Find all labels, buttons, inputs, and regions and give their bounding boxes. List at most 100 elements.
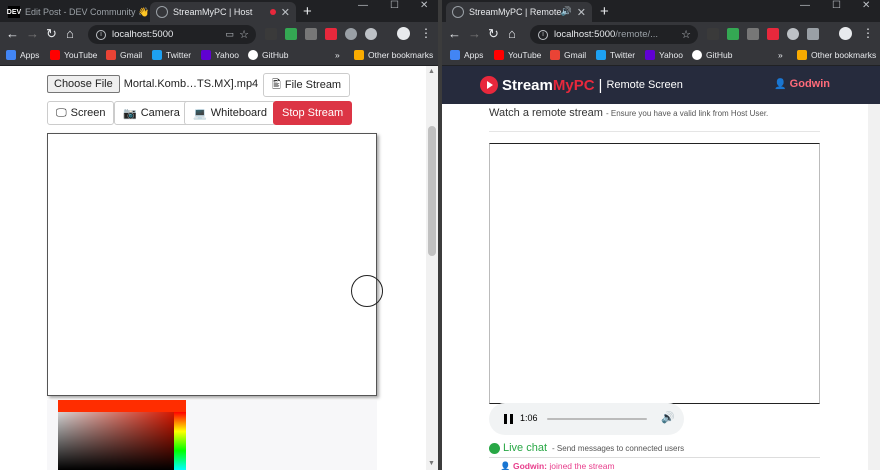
- tab-streammypc-remote[interactable]: StreamMyPC | Remote 🔊 ✕: [446, 2, 592, 22]
- screen-button[interactable]: 🖵 Screen: [47, 101, 115, 125]
- camera-button[interactable]: 📷 Camera: [114, 101, 189, 125]
- address-bar[interactable]: i localhost:5000 ▭ ☆: [88, 25, 256, 44]
- info-icon[interactable]: i: [96, 29, 106, 40]
- bookmark-star-icon[interactable]: ☆: [239, 28, 249, 41]
- apps-icon: [450, 50, 460, 60]
- bookmark-star-icon[interactable]: ☆: [681, 28, 691, 41]
- menu-icon[interactable]: ⋮: [420, 26, 432, 40]
- bookmark-other[interactable]: Other bookmarks: [354, 50, 433, 60]
- remote-page: Stream MyPC | Remote Screen 👤 Godwin Watch…: [442, 66, 880, 470]
- bookmark-gmail[interactable]: Gmail: [106, 50, 142, 60]
- home-icon[interactable]: ⌂: [66, 26, 74, 42]
- folder-icon: [797, 50, 807, 60]
- cast-icon[interactable]: ▭: [225, 29, 234, 40]
- yahoo-icon: [645, 50, 655, 60]
- more-bookmarks-icon[interactable]: »: [778, 50, 783, 60]
- page-scrollbar[interactable]: [868, 104, 880, 470]
- profile-avatar[interactable]: [397, 27, 410, 40]
- bookmark-gmail[interactable]: Gmail: [550, 50, 586, 60]
- watch-heading: Watch a remote stream - Ensure you have …: [489, 107, 769, 119]
- volume-icon[interactable]: 🔊: [661, 411, 675, 424]
- file-icon: 🖺: [272, 78, 281, 91]
- back-icon[interactable]: ←: [448, 26, 461, 42]
- pause-icon[interactable]: [504, 414, 514, 424]
- page-scrollbar[interactable]: ▲ ▼: [426, 66, 438, 470]
- bookmark-yahoo[interactable]: Yahoo: [201, 50, 239, 60]
- tab-dev-community[interactable]: DEV Edit Post - DEV Community 👋: [2, 2, 148, 22]
- shield-extension-icon[interactable]: [727, 28, 739, 40]
- seek-bar[interactable]: [547, 418, 647, 420]
- extension-icon[interactable]: [305, 28, 317, 40]
- menu-icon[interactable]: ⋮: [862, 26, 874, 40]
- off-extension-icon[interactable]: [767, 28, 779, 40]
- scroll-thumb[interactable]: [428, 126, 436, 256]
- minimize-icon[interactable]: —: [358, 0, 368, 11]
- chat-user: Godwin:: [512, 461, 547, 470]
- reload-icon[interactable]: ↻: [488, 26, 499, 42]
- off-extension-icon[interactable]: [325, 28, 337, 40]
- forward-icon[interactable]: →: [468, 26, 481, 42]
- bookmark-youtube[interactable]: YouTube: [494, 50, 541, 60]
- file-stream-button[interactable]: 🖺 File Stream: [263, 73, 351, 97]
- close-window-icon[interactable]: ✕: [420, 0, 428, 11]
- new-tab-button[interactable]: +: [303, 3, 312, 20]
- tab-streammypc-host[interactable]: StreamMyPC | Host ✕: [150, 2, 296, 22]
- bookmark-github[interactable]: GitHub: [248, 50, 288, 60]
- maximize-icon[interactable]: ☐: [390, 0, 399, 11]
- yahoo-icon: [201, 50, 211, 60]
- close-tab-icon[interactable]: ✕: [281, 6, 290, 19]
- watch-hint: - Ensure you have a valid link from Host…: [605, 109, 769, 118]
- whiteboard-canvas[interactable]: [47, 133, 383, 396]
- minimize-icon[interactable]: —: [800, 0, 810, 11]
- twitter-icon: [596, 50, 606, 60]
- reload-icon[interactable]: ↻: [46, 26, 57, 42]
- extension-icon[interactable]: [707, 28, 719, 40]
- shield-extension-icon[interactable]: [285, 28, 297, 40]
- bookmark-github[interactable]: GitHub: [692, 50, 732, 60]
- info-icon[interactable]: i: [538, 29, 548, 40]
- gear-icon[interactable]: [787, 28, 799, 40]
- choose-file-button[interactable]: Choose File: [47, 75, 120, 93]
- new-tab-button[interactable]: +: [600, 3, 609, 20]
- remote-browser-window: StreamMyPC | Remote 🔊 ✕ + — ☐ ✕ ← → ↻ ⌂ …: [442, 0, 880, 470]
- whiteboard-button[interactable]: 💻 Whiteboard: [184, 101, 276, 125]
- media-controls: 1:06 🔊: [489, 403, 684, 435]
- divider: [489, 131, 820, 132]
- home-icon[interactable]: ⌂: [508, 26, 516, 42]
- tab-strip: StreamMyPC | Remote 🔊 ✕ + — ☐ ✕: [442, 0, 880, 22]
- scroll-up-icon[interactable]: ▲: [428, 68, 435, 75]
- user-menu[interactable]: 👤 Godwin: [774, 78, 830, 90]
- hue-slider[interactable]: [174, 412, 186, 470]
- selected-color-swatch: [58, 400, 186, 412]
- close-window-icon[interactable]: ✕: [862, 0, 870, 11]
- stop-stream-button[interactable]: Stop Stream: [273, 101, 353, 125]
- bookmark-apps[interactable]: Apps: [450, 50, 483, 60]
- bookmark-other[interactable]: Other bookmarks: [797, 50, 876, 60]
- address-bar[interactable]: i localhost:5000 /remote/... ☆: [530, 25, 698, 44]
- download-extension-icon[interactable]: [345, 28, 357, 40]
- forward-icon[interactable]: →: [26, 26, 39, 42]
- bookmark-yahoo[interactable]: Yahoo: [645, 50, 683, 60]
- brand-logo[interactable]: Stream MyPC | Remote Screen: [480, 76, 683, 94]
- bookmark-twitter[interactable]: Twitter: [596, 50, 635, 60]
- remote-video[interactable]: [489, 143, 820, 404]
- extension-icon[interactable]: [747, 28, 759, 40]
- browser-toolbar: ← → ↻ ⌂ i localhost:5000 /remote/... ☆ ⋮: [442, 22, 880, 46]
- bookmark-youtube[interactable]: YouTube: [50, 50, 97, 60]
- file-input[interactable]: Choose File Mortal.Komb…TS.MX].mp4: [47, 72, 258, 96]
- back-icon[interactable]: ←: [6, 26, 19, 42]
- apps-icon: [6, 50, 16, 60]
- download-icon[interactable]: [807, 28, 819, 40]
- chat-text: joined the stream: [549, 461, 615, 470]
- maximize-icon[interactable]: ☐: [832, 0, 841, 11]
- bookmark-apps[interactable]: Apps: [6, 50, 39, 60]
- close-tab-icon[interactable]: ✕: [577, 6, 586, 19]
- bookmark-twitter[interactable]: Twitter: [152, 50, 191, 60]
- scroll-down-icon[interactable]: ▼: [428, 460, 435, 467]
- more-bookmarks-icon[interactable]: »: [335, 50, 340, 60]
- profile-avatar[interactable]: [839, 27, 852, 40]
- audio-playing-icon[interactable]: 🔊: [561, 6, 572, 17]
- extension-icon[interactable]: [265, 28, 277, 40]
- host-browser-window: DEV Edit Post - DEV Community 👋 StreamMy…: [0, 0, 438, 470]
- gear-icon[interactable]: [365, 28, 377, 40]
